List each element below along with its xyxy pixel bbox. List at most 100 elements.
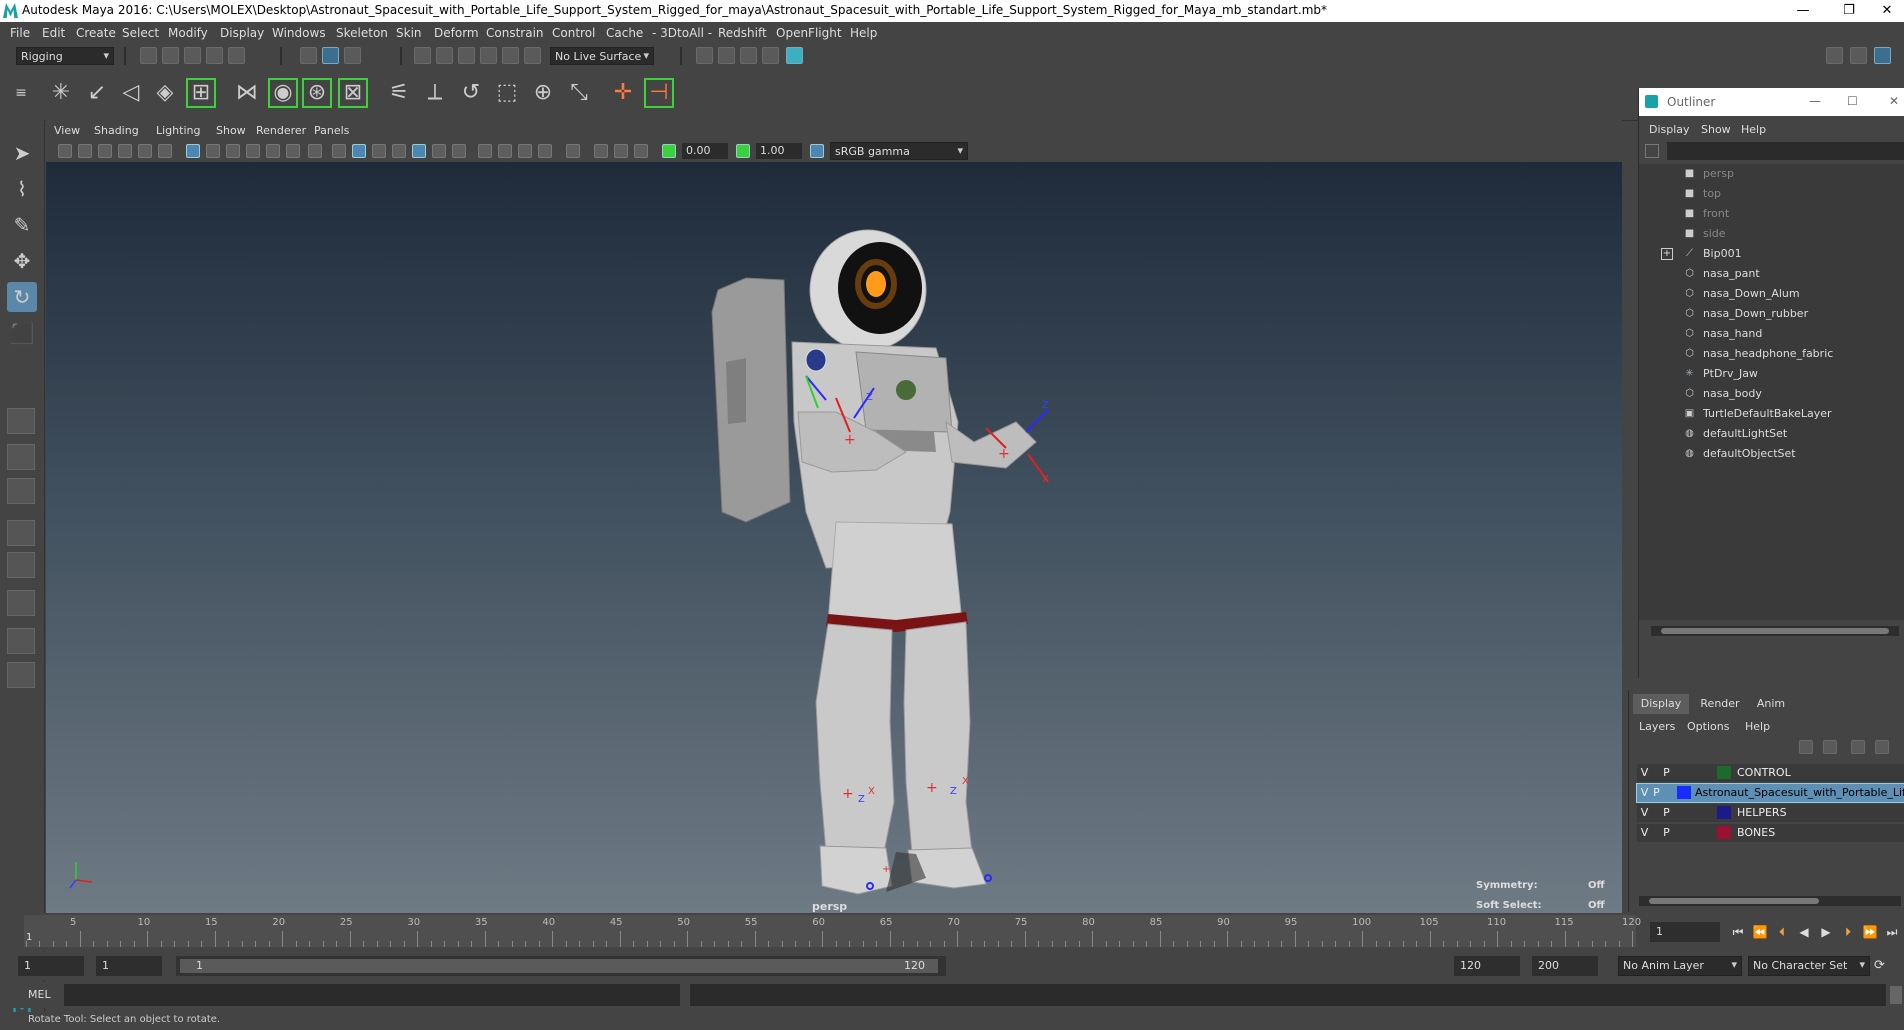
safe-action-icon[interactable] <box>286 144 300 158</box>
layer-color-swatch[interactable] <box>1717 826 1731 839</box>
insert-joint-icon[interactable]: ◈ <box>150 78 180 108</box>
single-view-layout-icon[interactable] <box>7 408 35 434</box>
open-scene-icon[interactable] <box>162 47 179 64</box>
move-layer-down-icon[interactable] <box>1823 740 1837 754</box>
outliner-minimize-button[interactable]: — <box>1809 94 1821 108</box>
camera-attributes-icon[interactable] <box>78 144 92 158</box>
xray-active-icon[interactable] <box>614 144 628 158</box>
outliner-item[interactable]: ⬡ nasa_Down_rubber <box>1639 304 1904 324</box>
gate-mask-icon[interactable] <box>246 144 260 158</box>
layer-horizontal-scrollbar[interactable] <box>1639 896 1901 906</box>
select-component-icon[interactable] <box>344 47 361 64</box>
locator-tool-icon[interactable]: ✛ <box>608 78 638 108</box>
range-slider[interactable]: 1 120 <box>176 956 946 976</box>
mirror-joint-icon[interactable]: ⋈ <box>232 78 262 108</box>
snap-surface-icon[interactable] <box>502 47 519 64</box>
smooth-skin-icon[interactable]: ⊠ <box>338 78 368 108</box>
menu-cache[interactable]: Cache <box>606 26 643 40</box>
vp-menu-view[interactable]: View <box>54 124 80 137</box>
aim-constraint-icon[interactable]: ↺ <box>456 78 486 108</box>
wireframe-on-shaded-icon[interactable] <box>372 144 386 158</box>
parent-constraint-icon[interactable]: ⊕ <box>528 78 558 108</box>
go-to-start-icon[interactable]: ⏮ <box>1730 924 1746 940</box>
isolate-select-icon[interactable] <box>566 144 580 158</box>
outliner-item[interactable]: ✳ PtDrv_Jaw <box>1639 364 1904 384</box>
anti-aliasing-icon[interactable] <box>538 144 552 158</box>
save-scene-icon[interactable] <box>184 47 201 64</box>
layer-color-swatch[interactable] <box>1677 786 1691 799</box>
shadows-icon[interactable] <box>478 144 492 158</box>
attribute-editor-icon[interactable] <box>1850 47 1867 64</box>
minimize-button[interactable]: — <box>1780 0 1826 22</box>
vp-menu-show[interactable]: Show <box>216 124 246 137</box>
ik-handle-icon[interactable]: ↙ <box>82 78 112 108</box>
modeling-toolkit-icon[interactable] <box>1826 47 1843 64</box>
pole-vector-icon[interactable]: ⤡ <box>564 78 594 108</box>
select-object-icon[interactable] <box>322 47 339 64</box>
point-constraint-icon[interactable]: ⚟ <box>384 78 414 108</box>
menu-modify[interactable]: Modify <box>168 26 208 40</box>
command-language-label[interactable]: MEL <box>28 988 51 1001</box>
resolution-gate-icon[interactable] <box>226 144 240 158</box>
hypershade-layout-icon[interactable] <box>7 552 35 578</box>
auto-key-icon[interactable]: ⟳ <box>1874 958 1890 974</box>
outliner-item[interactable]: ▣ TurtleDefaultBakeLayer <box>1639 404 1904 424</box>
image-plane-icon[interactable] <box>118 144 132 158</box>
ik-spline-icon[interactable]: ◁ <box>116 78 146 108</box>
live-surface-field[interactable]: No Live Surface <box>550 47 654 65</box>
snap-curve-icon[interactable] <box>436 47 453 64</box>
render-current-icon[interactable] <box>718 47 735 64</box>
backface-icon[interactable] <box>634 144 648 158</box>
expand-icon[interactable]: + <box>1661 248 1673 260</box>
menuset-dropdown[interactable]: Rigging <box>16 47 114 65</box>
select-tool-icon[interactable]: ➤ <box>7 138 37 168</box>
render-settings-icon[interactable] <box>762 47 779 64</box>
hypershade-icon[interactable] <box>786 47 803 64</box>
move-layer-up-icon[interactable] <box>1799 740 1813 754</box>
layer-menu-options[interactable]: Options <box>1687 720 1729 733</box>
menu-skin[interactable]: Skin <box>396 26 422 40</box>
outliner-item[interactable]: ⬡ nasa_hand <box>1639 324 1904 344</box>
layer-row[interactable]: V P CONTROL <box>1637 764 1904 782</box>
layer-menu-help[interactable]: Help <box>1745 720 1770 733</box>
character-set-dropdown[interactable]: No Character Set <box>1748 956 1870 976</box>
snap-grid-icon[interactable] <box>414 47 431 64</box>
step-back-key-icon[interactable]: ⏴ <box>1774 924 1790 940</box>
move-tool-icon[interactable]: ✥ <box>7 246 37 276</box>
outliner-item[interactable]: ■ side <box>1639 224 1904 244</box>
command-input[interactable] <box>64 984 680 1006</box>
snap-pivot-icon[interactable] <box>524 47 541 64</box>
bookmark-icon[interactable] <box>98 144 112 158</box>
menu-file[interactable]: File <box>10 26 30 40</box>
paint-weights-icon[interactable]: ⊛ <box>302 78 332 108</box>
menu-select[interactable]: Select <box>122 26 159 40</box>
lasso-tool-icon[interactable]: ⌇ <box>7 174 37 204</box>
smooth-shade-icon[interactable] <box>352 144 366 158</box>
outliner-item[interactable]: + ⟋ Bip001 <box>1639 244 1904 264</box>
script-editor-icon[interactable] <box>1890 986 1902 1004</box>
visibility-toggle[interactable]: V <box>1639 766 1650 779</box>
exposure-icon[interactable] <box>662 144 676 158</box>
outliner-item[interactable]: ⬡ nasa_pant <box>1639 264 1904 284</box>
four-view-layout-icon[interactable] <box>7 444 35 470</box>
scrollbar-thumb[interactable] <box>1661 628 1889 634</box>
menu-redshift[interactable]: Redshift <box>718 26 767 40</box>
menu-control[interactable]: Control <box>552 26 595 40</box>
select-hierarchy-icon[interactable] <box>300 47 317 64</box>
playback-toggle[interactable]: P <box>1651 786 1662 799</box>
vp-menu-panels[interactable]: Panels <box>314 124 349 137</box>
vp-menu-renderer[interactable]: Renderer <box>256 124 306 137</box>
gamma-icon[interactable] <box>736 144 750 158</box>
two-d-pan-icon[interactable] <box>138 144 152 158</box>
step-forward-icon[interactable]: ⏩ <box>1862 924 1878 940</box>
joint-tool-icon[interactable]: ✳ <box>46 78 76 108</box>
scrollbar-thumb[interactable] <box>1649 898 1819 904</box>
outliner-item[interactable]: ◍ defaultObjectSet <box>1639 444 1904 464</box>
field-chart-icon[interactable] <box>266 144 280 158</box>
outliner-menu-show[interactable]: Show <box>1701 123 1731 136</box>
outliner-close-button[interactable]: ✕ <box>1889 94 1899 108</box>
use-all-lights-icon[interactable] <box>452 144 466 158</box>
vp-menu-lighting[interactable]: Lighting <box>156 124 200 137</box>
paint-select-icon[interactable]: ✎ <box>7 210 37 240</box>
grid-icon[interactable] <box>186 144 200 158</box>
